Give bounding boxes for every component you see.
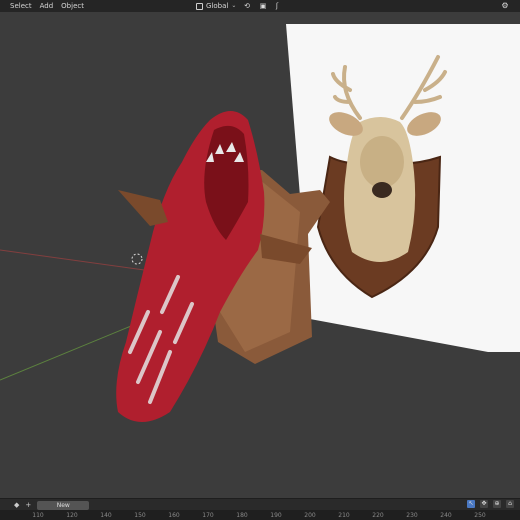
- transform-orientation-dropdown[interactable]: Global ⌄: [196, 1, 236, 11]
- frame-tick: 210: [338, 512, 350, 519]
- header-bar: Select Add Object Global ⌄ ⟲ ▣ ʃ ⚙: [0, 0, 520, 12]
- menu-select[interactable]: Select: [10, 0, 32, 12]
- viewport-shading-icon[interactable]: ⚙: [500, 1, 510, 11]
- crocodile-flap-left: [118, 190, 168, 226]
- frame-tick: 220: [372, 512, 384, 519]
- keyframe-icon[interactable]: ◆: [14, 501, 19, 509]
- deer-head: [360, 136, 404, 188]
- frame-tick: 110: [32, 512, 44, 519]
- 3d-cursor-icon: [131, 253, 143, 265]
- chevron-down-icon: ⌄: [231, 2, 237, 9]
- header-menu: Select Add Object: [0, 0, 84, 12]
- deer-nose: [372, 182, 392, 198]
- menu-object[interactable]: Object: [61, 0, 84, 12]
- frame-ruler[interactable]: 110 120 140 150 160 170 180 190 200 210 …: [0, 510, 520, 520]
- blender-window: Select Add Object Global ⌄ ⟲ ▣ ʃ ⚙ ◆ + N…: [0, 0, 520, 520]
- view-tool-icon[interactable]: ⌂: [506, 500, 514, 508]
- frame-tick: 200: [304, 512, 316, 519]
- timeline-tools: ↖ ✥ ⊕ ⌂: [467, 500, 514, 508]
- viewport-scene: [0, 24, 520, 422]
- select-tool-icon[interactable]: ↖: [467, 500, 475, 508]
- frame-tick: 240: [440, 512, 452, 519]
- add-icon[interactable]: +: [25, 501, 31, 509]
- frame-tick: 160: [168, 512, 180, 519]
- frame-tick: 190: [270, 512, 282, 519]
- 3d-viewport[interactable]: [0, 12, 520, 498]
- frame-tick: 230: [406, 512, 418, 519]
- snap-icon[interactable]: ▣: [258, 1, 268, 11]
- frame-tick: 180: [236, 512, 248, 519]
- new-button[interactable]: New: [37, 500, 90, 510]
- deer-reference-image: [286, 24, 520, 352]
- zoom-tool-icon[interactable]: ⊕: [493, 500, 501, 508]
- timeline-controls: ◆ + New: [14, 500, 90, 510]
- menu-add[interactable]: Add: [40, 0, 54, 12]
- frame-tick: 150: [134, 512, 146, 519]
- frame-tick: 120: [66, 512, 78, 519]
- proportional-edit-icon[interactable]: ʃ: [272, 1, 282, 11]
- pivot-point-icon[interactable]: ⟲: [242, 1, 252, 11]
- frame-tick: 250: [474, 512, 486, 519]
- frame-tick: 140: [100, 512, 112, 519]
- frame-tick: 170: [202, 512, 214, 519]
- grab-tool-icon[interactable]: ✥: [480, 500, 488, 508]
- orientation-label: Global: [206, 2, 229, 10]
- transform-orientation-icon: [196, 2, 203, 10]
